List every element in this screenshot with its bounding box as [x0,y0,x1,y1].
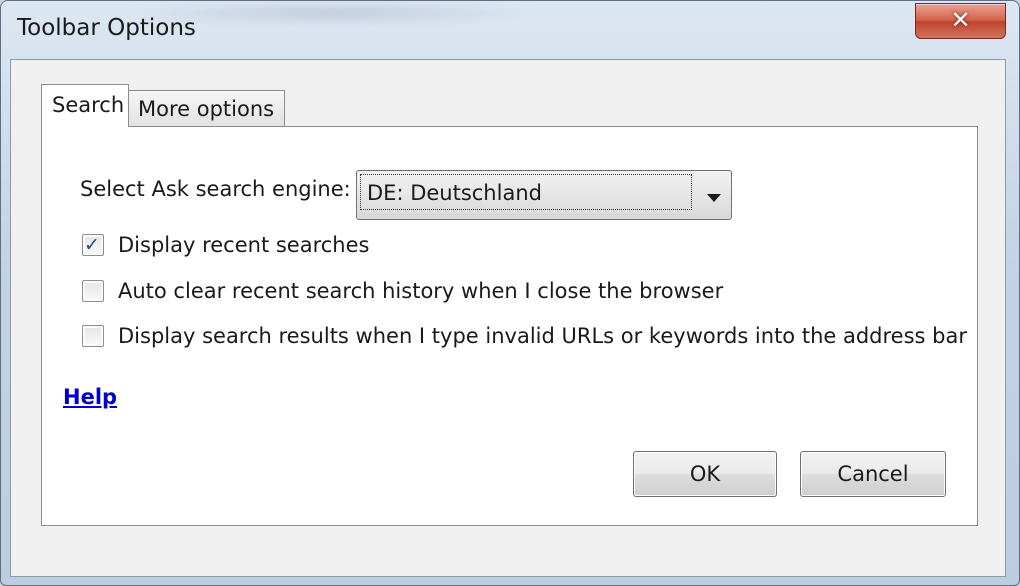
tab-search[interactable]: Search [41,84,129,127]
chevron-down-icon [707,194,721,202]
option-label-invalid-urls: Display search results when I type inval… [118,324,967,348]
window-title: Toolbar Options [17,15,196,41]
close-button[interactable]: ✕ [915,3,1006,39]
search-engine-value: DE: Deutschland [367,181,542,205]
checkbox-recent-searches[interactable]: ✓ [82,234,104,256]
checkbox-invalid-urls[interactable] [82,325,104,347]
engine-label: Select Ask search engine: [80,177,351,201]
close-icon: ✕ [950,6,971,34]
checkbox-auto-clear[interactable] [82,280,104,302]
dialog-window: Toolbar Options ✕ Search More options Se… [0,0,1020,586]
tab-more-options[interactable]: More options [128,90,285,127]
dialog-client-area: Search More options Select Ask search en… [10,59,1006,577]
option-label-auto-clear: Auto clear recent search history when I … [118,279,724,303]
checkmark-icon: ✓ [84,234,100,256]
help-link[interactable]: Help [63,385,117,409]
tab-more-options-label: More options [138,97,275,121]
tab-search-label: Search [52,93,125,117]
option-label-recent-searches: Display recent searches [118,233,370,257]
search-tab-panel: Select Ask search engine: DE: Deutschlan… [41,126,978,526]
ok-button[interactable]: OK [633,451,777,497]
search-engine-select[interactable]: DE: Deutschland [356,170,732,220]
cancel-button[interactable]: Cancel [800,451,946,497]
